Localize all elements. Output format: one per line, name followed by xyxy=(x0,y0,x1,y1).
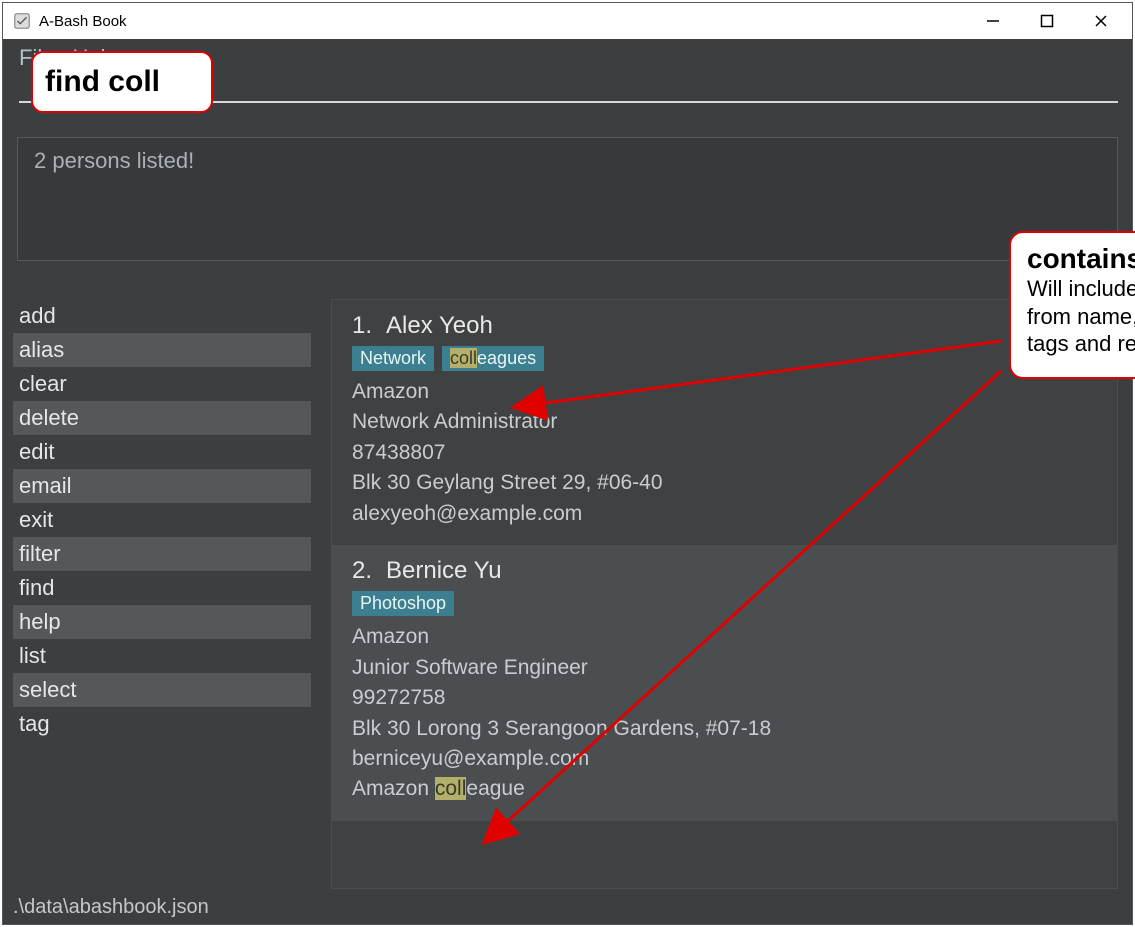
sidebar-cmd-email[interactable]: email xyxy=(13,469,311,503)
result-email: alexyeoh@example.com xyxy=(352,499,1097,529)
result-name: Bernice Yu xyxy=(386,557,502,585)
sidebar-cmd-filter[interactable]: filter xyxy=(13,537,311,571)
results-list[interactable]: 1. Alex Yeoh Network colleagues Amazon N… xyxy=(331,299,1118,889)
sidebar-cmd-add[interactable]: add xyxy=(13,299,311,333)
app-icon xyxy=(13,12,31,30)
result-card[interactable]: 2. Bernice Yu Photoshop Amazon Junior So… xyxy=(332,545,1117,821)
result-name: Alex Yeoh xyxy=(386,312,493,340)
footer-path-text: .\data\abashbook.json xyxy=(13,896,209,919)
result-index: 2. xyxy=(352,557,372,585)
annotation-explain-callout: contains “coll” Will include result from… xyxy=(1009,231,1135,379)
result-phone: 99272758 xyxy=(352,683,1097,713)
minimize-button[interactable] xyxy=(966,3,1020,39)
status-message: 2 persons listed! xyxy=(34,148,194,173)
result-index: 1. xyxy=(352,312,372,340)
sidebar-cmd-list[interactable]: list xyxy=(13,639,311,673)
titlebar: A-Bash Book xyxy=(3,3,1132,39)
result-phone: 87438807 xyxy=(352,438,1097,468)
command-sidebar: add alias clear delete edit email exit f… xyxy=(3,299,321,890)
annotation-command-callout: find coll xyxy=(31,51,213,113)
results-panel: contains “coll” Will include result from… xyxy=(321,299,1132,890)
result-address: Blk 30 Geylang Street 29, #06-40 xyxy=(352,468,1097,498)
result-card[interactable]: 1. Alex Yeoh Network colleagues Amazon N… xyxy=(332,300,1117,545)
annotation-explain-title: contains “coll” xyxy=(1027,243,1135,275)
sidebar-cmd-alias[interactable]: alias xyxy=(13,333,311,367)
app-body: File Help find coll 2 persons listed! ad… xyxy=(3,39,1132,924)
app-window: A-Bash Book File Help find coll 2 person… xyxy=(2,2,1133,925)
result-email: berniceyu@example.com xyxy=(352,744,1097,774)
sidebar-cmd-find[interactable]: find xyxy=(13,571,311,605)
sidebar-cmd-edit[interactable]: edit xyxy=(13,435,311,469)
sidebar-cmd-delete[interactable]: delete xyxy=(13,401,311,435)
sidebar-cmd-tag[interactable]: tag xyxy=(13,707,311,741)
window-title: A-Bash Book xyxy=(39,13,127,30)
annotation-explain-line2: from name, email, xyxy=(1027,303,1135,331)
maximize-button[interactable] xyxy=(1020,3,1074,39)
result-role: Network Administrator xyxy=(352,407,1097,437)
result-company: Amazon xyxy=(352,377,1097,407)
result-tags: Photoshop xyxy=(352,591,1097,616)
window-controls xyxy=(966,3,1128,39)
annotation-explain-line3: tags and remarks xyxy=(1027,330,1135,358)
sidebar-cmd-clear[interactable]: clear xyxy=(13,367,311,401)
command-input-area: find coll xyxy=(3,77,1132,131)
close-button[interactable] xyxy=(1074,3,1128,39)
result-remark: Amazon colleague xyxy=(352,774,1097,804)
result-role: Junior Software Engineer xyxy=(352,653,1097,683)
sidebar-cmd-select[interactable]: select xyxy=(13,673,311,707)
result-tag: Photoshop xyxy=(352,591,454,616)
result-tag: colleagues xyxy=(442,346,544,371)
result-tags: Network colleagues xyxy=(352,346,1097,371)
result-address: Blk 30 Lorong 3 Serangoon Gardens, #07-1… xyxy=(352,714,1097,744)
sidebar-cmd-exit[interactable]: exit xyxy=(13,503,311,537)
sidebar-cmd-help[interactable]: help xyxy=(13,605,311,639)
footer-path: .\data\abashbook.json xyxy=(3,890,1132,924)
annotation-explain-line1: Will include result xyxy=(1027,275,1135,303)
result-company: Amazon xyxy=(352,622,1097,652)
status-box: 2 persons listed! xyxy=(17,137,1118,261)
result-tag: Network xyxy=(352,346,434,371)
